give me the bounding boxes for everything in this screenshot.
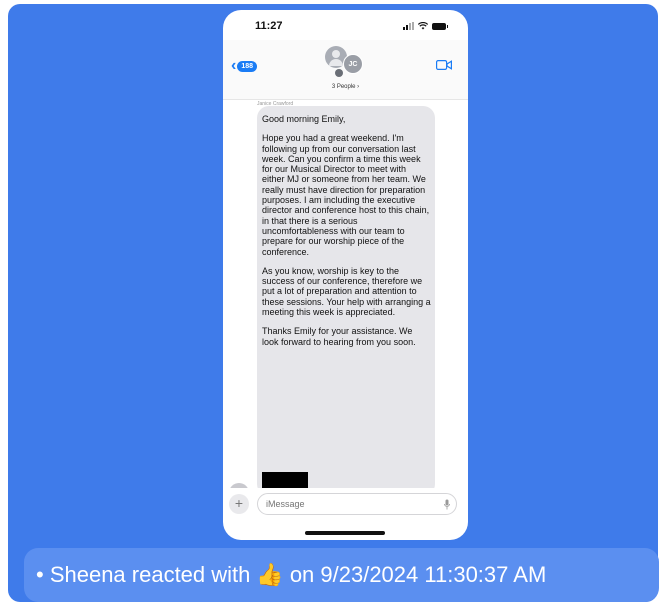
back-button[interactable]: ‹ 188: [231, 57, 258, 74]
signal-icon: [403, 22, 414, 30]
avatar: [335, 69, 343, 77]
battery-icon: [432, 22, 448, 30]
imessage-input[interactable]: [257, 493, 457, 515]
chevron-left-icon: ‹: [231, 57, 237, 74]
unread-count-badge: 188: [237, 60, 258, 72]
status-bar: 11:27: [223, 10, 468, 40]
message-paragraph: Hope you had a great weekend. I'm follow…: [262, 133, 430, 257]
message-greeting: Good morning Emily,: [262, 114, 346, 124]
add-attachment-button[interactable]: +: [229, 494, 249, 514]
message-bubble[interactable]: Good morning Emily, Hope you had a great…: [257, 106, 435, 496]
message-paragraph: As you know, worship is key to the succe…: [262, 265, 431, 318]
home-indicator: [305, 531, 385, 535]
microphone-icon[interactable]: [444, 499, 450, 510]
avatar-initials: JC: [343, 54, 363, 74]
wifi-icon: [418, 22, 428, 30]
reaction-notice: • Sheena reacted with 👍 on 9/23/2024 11:…: [24, 548, 659, 602]
video-call-icon[interactable]: [436, 60, 452, 70]
message-card: 11:27 ‹ 188 JC 3 People › Janice Crawfor…: [8, 4, 659, 602]
redacted-signature: [262, 472, 308, 489]
group-participants-label[interactable]: 3 People ›: [223, 84, 468, 90]
thumbs-up-icon: 👍: [256, 562, 284, 587]
conversation-header: ‹ 188 JC 3 People ›: [223, 40, 468, 100]
status-icons: [403, 22, 448, 30]
reaction-timestamp: on 9/23/2024 11:30:37 AM: [289, 562, 547, 587]
message-closing: Thanks Emily for your assistance. We loo…: [262, 326, 416, 347]
phone-screenshot: 11:27 ‹ 188 JC 3 People › Janice Crawfor…: [223, 10, 468, 540]
status-time: 11:27: [255, 20, 283, 32]
reaction-prefix: • Sheena reacted with: [36, 562, 251, 587]
message-composer: +: [223, 488, 468, 522]
group-avatars[interactable]: JC: [323, 46, 367, 77]
